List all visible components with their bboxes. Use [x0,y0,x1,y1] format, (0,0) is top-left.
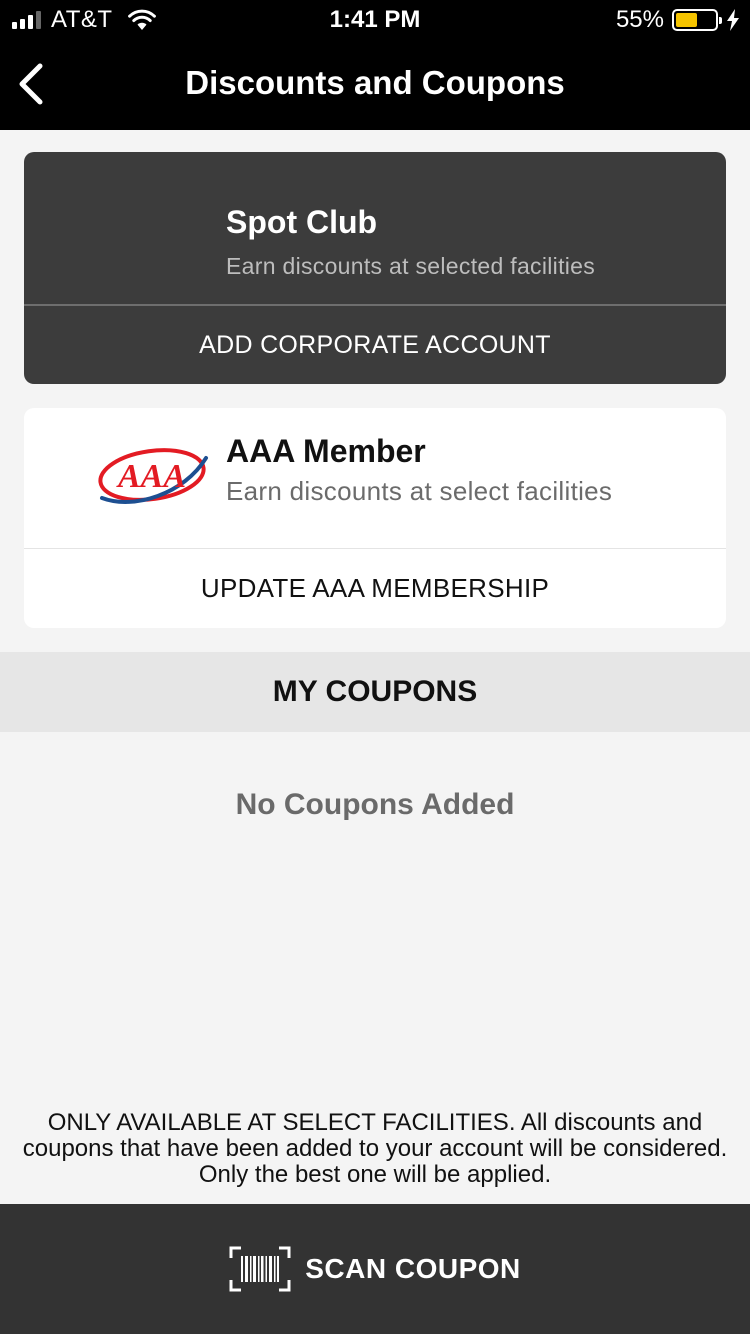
nav-bar: Discounts and Coupons [0,40,750,130]
battery-nub [719,17,722,24]
scan-coupon-label: SCAN COUPON [305,1253,521,1284]
charging-bolt-icon [727,9,739,31]
spot-club-card: Spot Club Earn discounts at selected fac… [24,152,726,384]
aaa-member-subtitle: Earn discounts at select facilities [226,476,613,506]
no-coupons-message: No Coupons Added [235,788,515,821]
scan-coupon-button[interactable]: SCAN COUPON [0,1204,750,1334]
page-title: Discounts and Coupons [185,64,565,101]
battery-icon [672,9,722,31]
spot-club-title: Spot Club [226,204,378,240]
aaa-logo-text: AAA [116,458,186,495]
aaa-member-card: AAA AAA Member Earn discounts at select … [24,408,726,628]
status-right: 55% [616,6,740,34]
disclaimer-text: ONLY AVAILABLE AT SELECT FACILITIES. All… [22,1109,728,1188]
barcode-scan-icon [229,1246,291,1292]
battery-percent: 55% [615,6,664,33]
update-aaa-membership-button[interactable]: UPDATE AAA MEMBERSHIP [24,549,726,628]
aaa-logo-icon: AAA [98,448,208,504]
battery-fill [676,13,697,27]
spot-club-subtitle: Earn discounts at selected facilities [226,253,596,279]
add-corporate-account-button[interactable]: ADD CORPORATE ACCOUNT [24,306,726,384]
status-bar: AT&T 1:41 PM 55% [0,0,750,40]
my-coupons-header: MY COUPONS [0,652,750,732]
aaa-member-title: AAA Member [226,433,426,469]
